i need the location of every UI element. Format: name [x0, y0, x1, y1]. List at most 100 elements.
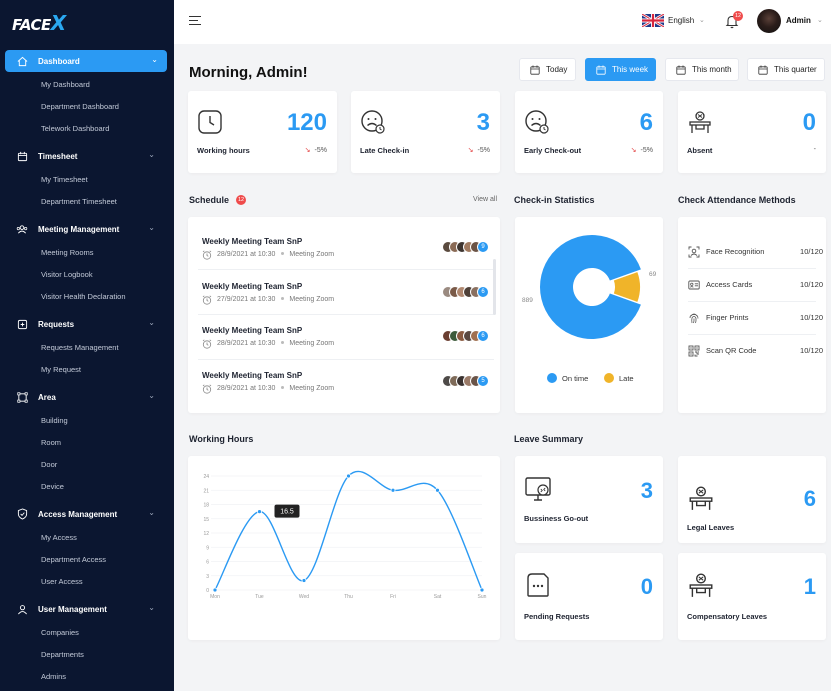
attendee-avatars[interactable]: 5: [442, 375, 502, 387]
stat-card-working-hours[interactable]: 120 Working hours ↘ -5%: [188, 91, 337, 173]
leave-label: Bussiness Go-out: [524, 514, 589, 523]
sidebar-item-label: Timesheet: [38, 151, 78, 161]
leave-card-pending-requests[interactable]: 0 Pending Requests: [515, 553, 663, 640]
period-today-button[interactable]: Today: [519, 58, 576, 81]
leave-card-legal-leaves[interactable]: 6 Legal Leaves: [678, 456, 826, 543]
sidebar-item-label: User Management: [38, 604, 107, 614]
line-point[interactable]: [212, 587, 218, 593]
calendar-icon: [15, 149, 29, 163]
method-access-cards[interactable]: Access Cards 10/120: [688, 277, 823, 293]
logo[interactable]: FACEX: [12, 11, 66, 35]
sidebar-subitem-room[interactable]: Room: [41, 438, 61, 447]
chevron-down-icon[interactable]: ⌄: [699, 16, 705, 24]
avatar[interactable]: [757, 9, 781, 33]
sidebar-subitem-visitor-health[interactable]: Visitor Health Declaration: [41, 292, 126, 301]
line-point[interactable]: [479, 587, 485, 593]
leave-card-business-go-out[interactable]: 3 Bussiness Go-out: [515, 456, 663, 543]
sidebar-subitem-my-request[interactable]: My Request: [41, 365, 81, 374]
sidebar-item-label: Area: [38, 392, 56, 402]
y-tick-label: 12: [203, 531, 209, 537]
leave-card-compensatory-leaves[interactable]: 1 Compensatory Leaves: [678, 553, 826, 640]
sidebar-item-label: Dashboard: [38, 56, 80, 66]
stat-card-late-check-in[interactable]: 3 Late Check-in ↘ -5%: [351, 91, 500, 173]
method-face-recognition[interactable]: Face Recognition 10/120: [688, 244, 823, 260]
sidebar-item-access-management[interactable]: Access Management ⌄: [15, 503, 170, 525]
sidebar-item-timesheet[interactable]: Timesheet ⌄: [15, 145, 170, 167]
line-point[interactable]: [346, 473, 351, 479]
monitor-icon: [525, 477, 551, 501]
chevron-down-icon[interactable]: ⌄: [817, 16, 823, 24]
sidebar-subitem-requests-management[interactable]: Requests Management: [41, 343, 119, 352]
sidebar-subitem-departments[interactable]: Departments: [41, 650, 84, 659]
x-tick-label: Tue: [255, 594, 264, 600]
card-icon: [688, 280, 700, 290]
alarm-clock-icon: [202, 339, 212, 349]
sidebar-subitem-department-dashboard[interactable]: Department Dashboard: [41, 102, 119, 111]
x-tick-label: Sat: [434, 594, 442, 600]
sidebar-subitem-my-dashboard[interactable]: My Dashboard: [41, 80, 90, 89]
user-name[interactable]: Admin: [786, 16, 811, 25]
chevron-down-icon: ⌄: [148, 603, 155, 612]
period-this-quarter-button[interactable]: This quarter: [747, 58, 825, 81]
sidebar-item-requests[interactable]: Requests ⌄: [15, 313, 170, 335]
sidebar-subitem-department-access[interactable]: Department Access: [41, 555, 106, 564]
donut-label-late: 69: [649, 271, 657, 278]
stat-card-early-check-out[interactable]: 6 Early Check-out ↘ -5%: [515, 91, 663, 173]
qr-code-icon: [688, 345, 700, 357]
sidebar-item-area[interactable]: Area ⌄: [15, 386, 170, 408]
stat-card-absent[interactable]: 0 Absent -: [678, 91, 826, 173]
checkin-stats-card: 889 69 On time Late: [515, 217, 663, 413]
line-point[interactable]: [257, 509, 262, 515]
method-finger-prints[interactable]: Finger Prints 10/120: [688, 310, 823, 326]
x-tick-label: Mon: [210, 594, 220, 600]
sidebar-item-meeting-management[interactable]: Meeting Management ⌄: [15, 218, 170, 240]
alarm-clock-icon: [202, 250, 212, 260]
x-tick-label: Sun: [478, 594, 487, 600]
calendar-icon: [758, 65, 768, 75]
sidebar-subitem-companies[interactable]: Companies: [41, 628, 79, 637]
sidebar-subitem-door[interactable]: Door: [41, 460, 57, 469]
period-this-week-button[interactable]: This week: [585, 58, 656, 81]
menu-toggle-icon[interactable]: [189, 16, 201, 26]
view-all-link[interactable]: View all: [473, 196, 497, 203]
stat-label: Early Check-out: [524, 146, 582, 155]
attendee-avatars[interactable]: 6: [442, 330, 502, 342]
notification-badge: 12: [733, 11, 743, 21]
sidebar-subitem-department-timesheet[interactable]: Department Timesheet: [41, 197, 117, 206]
sidebar-subitem-my-timesheet[interactable]: My Timesheet: [41, 175, 88, 184]
sidebar-item-user-management[interactable]: User Management ⌄: [15, 598, 170, 620]
chevron-down-icon: ⌄: [148, 318, 155, 327]
sidebar-subitem-meeting-rooms[interactable]: Meeting Rooms: [41, 248, 94, 257]
scrollbar[interactable]: [493, 259, 496, 315]
sidebar-subitem-telework-dashboard[interactable]: Telework Dashboard: [41, 124, 109, 133]
sidebar-item-dashboard[interactable]: Dashboard ⌄: [5, 50, 167, 72]
working-hours-card: 0 3 6 9 12 15 18 21 24 Mon Tue Wed Thu Fri Sat Sun 16.5: [188, 456, 500, 640]
sidebar-subitem-user-access[interactable]: User Access: [41, 577, 83, 586]
area-icon: [15, 390, 29, 404]
stat-label: Working hours: [197, 146, 250, 155]
line-point[interactable]: [390, 487, 396, 493]
chevron-down-icon: ⌄: [148, 391, 155, 400]
sidebar-subitem-device[interactable]: Device: [41, 482, 64, 491]
sidebar: FACEX Dashboard ⌄ My Dashboard Departmen…: [0, 0, 174, 691]
y-tick-label: 9: [206, 545, 209, 551]
calendar-icon: [530, 65, 540, 75]
line-point[interactable]: [301, 578, 307, 583]
working-hours-title: Working Hours: [189, 434, 254, 444]
empty-desk-icon: [689, 573, 713, 597]
stat-trend: ↘ -5%: [467, 147, 490, 154]
sad-face-clock-icon: [361, 110, 385, 134]
line-point[interactable]: [435, 487, 440, 493]
sidebar-item-label: Meeting Management: [38, 224, 120, 234]
uk-flag-icon: [642, 14, 664, 27]
sidebar-subitem-building[interactable]: Building: [41, 416, 68, 425]
shield-icon: [15, 507, 29, 521]
sidebar-subitem-visitor-logbook[interactable]: Visitor Logbook: [41, 270, 93, 279]
sidebar-subitem-admins[interactable]: Admins: [41, 672, 66, 681]
method-scan-qr-code[interactable]: Scan QR Code 10/120: [688, 343, 823, 359]
leave-value: 1: [803, 574, 816, 599]
attendee-avatars[interactable]: 9: [442, 241, 502, 253]
period-this-month-button[interactable]: This month: [665, 58, 739, 81]
sidebar-subitem-my-access[interactable]: My Access: [41, 533, 77, 542]
language-selector[interactable]: English: [668, 16, 694, 25]
